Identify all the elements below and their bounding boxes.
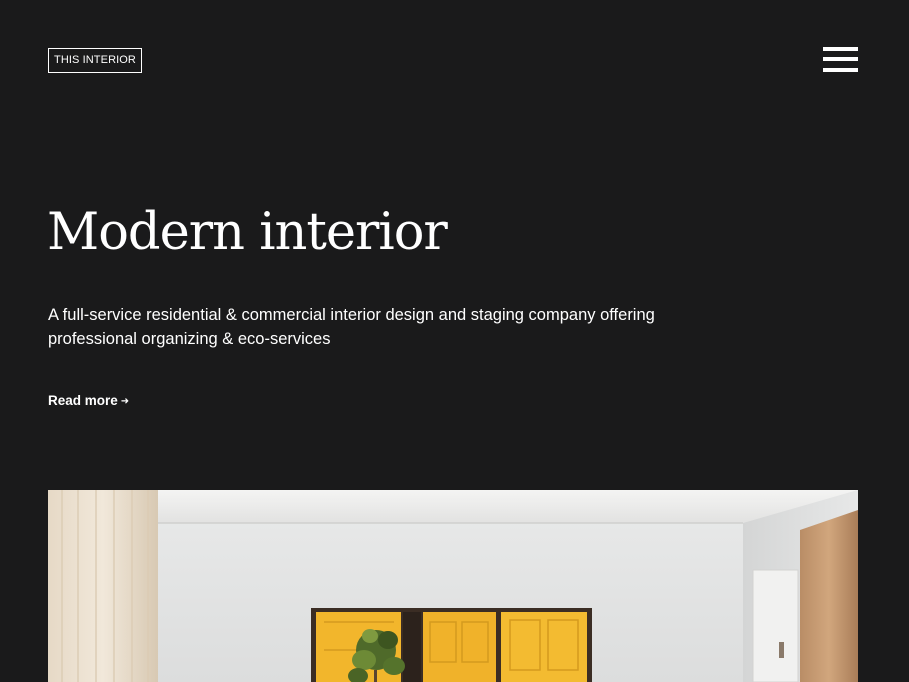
hero-description: A full-service residential & commercial … xyxy=(48,306,655,348)
hero-image xyxy=(48,490,858,682)
menu-bar xyxy=(823,68,858,72)
arrow-right-icon: ➜ xyxy=(120,396,130,407)
right-curtain xyxy=(800,510,858,682)
ceiling xyxy=(48,490,858,523)
logo[interactable]: THIS INTERIOR xyxy=(48,48,142,73)
menu-bar xyxy=(823,47,858,51)
hero-title: Modern interior xyxy=(47,203,448,262)
left-curtain xyxy=(48,490,158,682)
menu-bar xyxy=(823,57,858,61)
interior-photo xyxy=(48,490,858,682)
door-handle xyxy=(779,642,784,658)
page: THIS INTERIOR Modern interior A full-ser… xyxy=(0,0,909,682)
read-more-label: Read more xyxy=(48,393,118,408)
door xyxy=(752,569,799,682)
hamburger-menu-icon[interactable] xyxy=(823,47,858,74)
read-more-link[interactable]: Read more ➜ xyxy=(48,392,129,411)
